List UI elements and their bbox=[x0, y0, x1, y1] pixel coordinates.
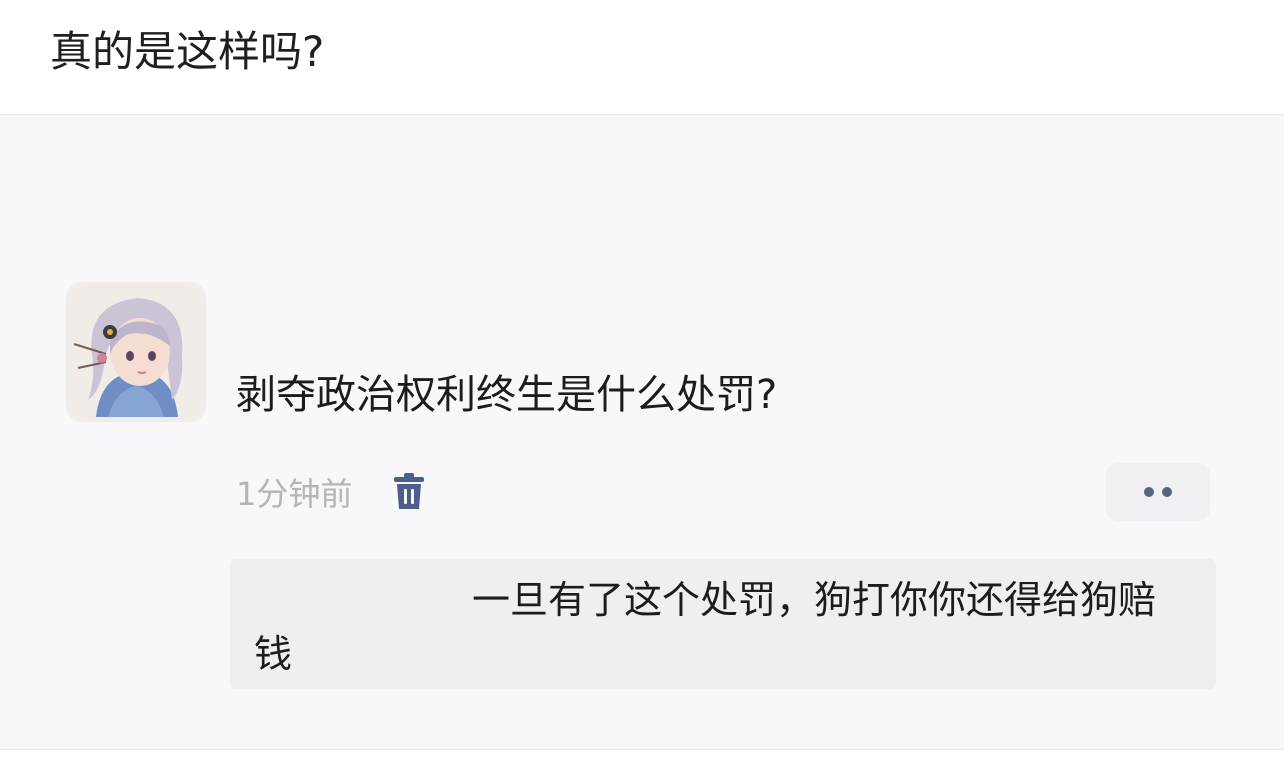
avatar-image bbox=[66, 282, 206, 422]
avatar[interactable] bbox=[66, 282, 206, 422]
post-title: 真的是这样吗? bbox=[50, 27, 325, 76]
more-options-button[interactable] bbox=[1106, 463, 1210, 521]
trash-icon[interactable] bbox=[392, 473, 426, 511]
comment-meta: 1分钟前 bbox=[236, 467, 426, 517]
more-dots-icon bbox=[1162, 487, 1172, 497]
comment-timestamp: 1分钟前 bbox=[236, 475, 353, 513]
reply-text: 一旦有了这个处罚，狗打你你还得给狗赔钱 bbox=[254, 578, 1157, 676]
more-dots-icon bbox=[1144, 487, 1154, 497]
comment-screenshot-card: 剥夺政治权利终生是什么处罚? 1分钟前 一旦有了这个处罚，狗打你你还得给狗赔钱 bbox=[0, 114, 1284, 750]
reply-box[interactable]: 一旦有了这个处罚，狗打你你还得给狗赔钱 bbox=[230, 559, 1216, 689]
comment-text: 剥夺政治权利终生是什么处罚? bbox=[236, 372, 778, 418]
username[interactable] bbox=[238, 287, 438, 327]
